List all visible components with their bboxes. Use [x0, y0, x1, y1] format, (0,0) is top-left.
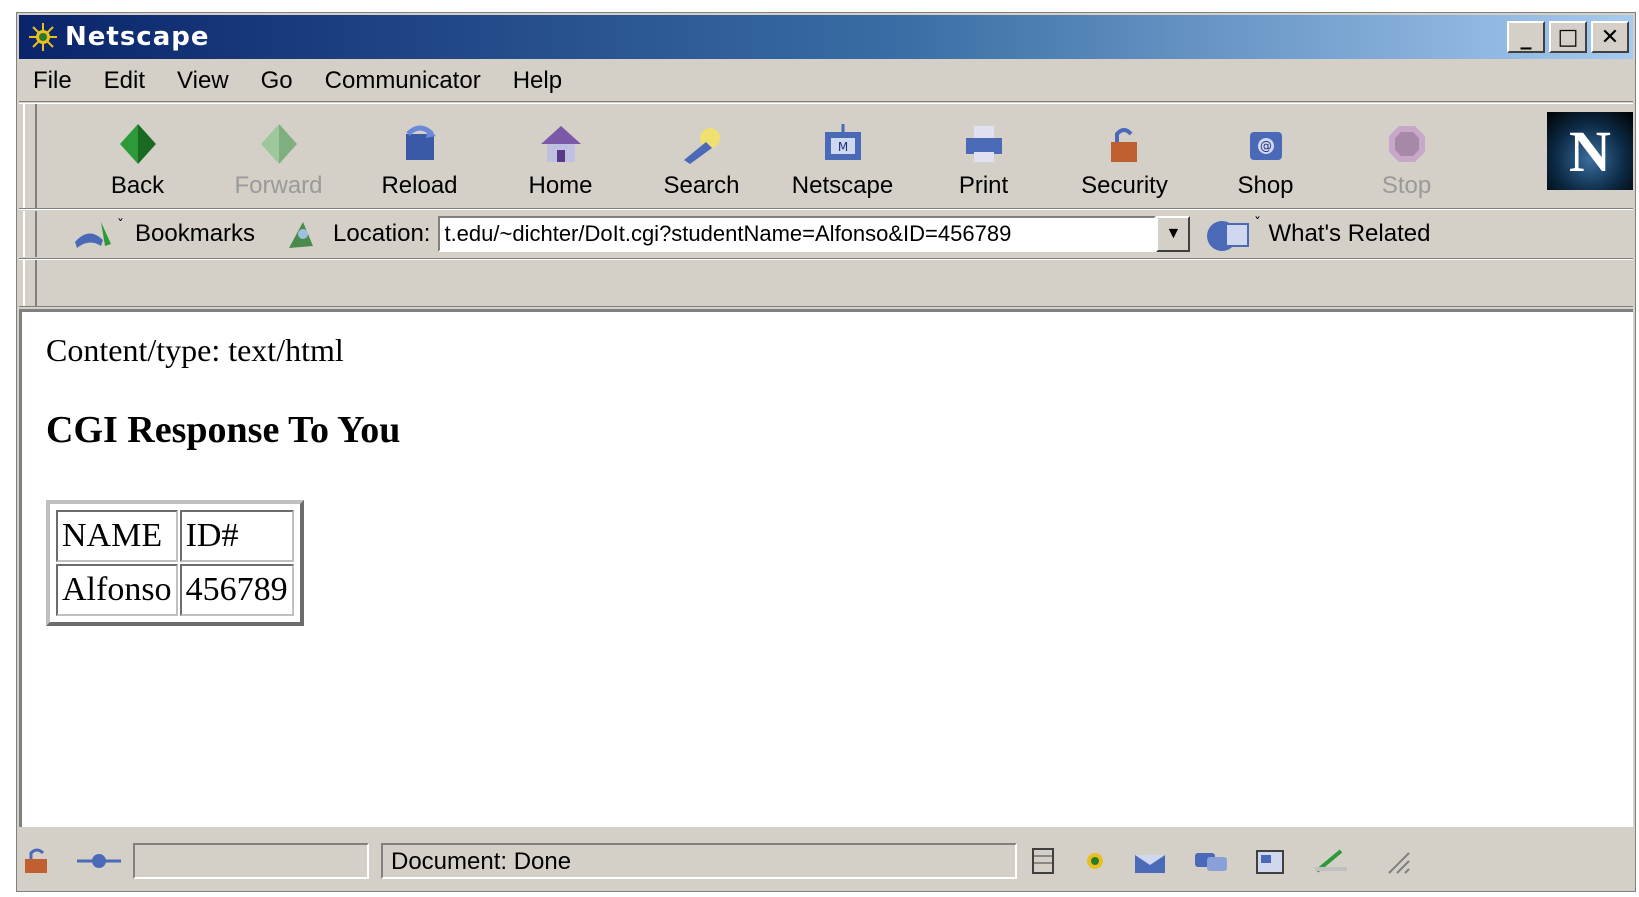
lock-icon — [1110, 128, 1137, 162]
menu-file[interactable]: File — [33, 67, 72, 95]
stop-label: Stop — [1381, 172, 1432, 199]
newsgroups-icon[interactable] — [1191, 847, 1231, 875]
search-label: Search — [663, 172, 740, 199]
page-heading: CGI Response To You — [46, 409, 401, 451]
menu-communicator[interactable]: Communicator — [325, 67, 481, 95]
resize-grip-icon[interactable] — [1381, 847, 1413, 875]
maximize-button[interactable]: □ — [1549, 21, 1587, 53]
table-header-cell: NAME — [56, 510, 178, 562]
table-header-row: NAME ID# — [56, 510, 294, 562]
navigation-toolbar: Back Forward Reload Home Search M Netsca… — [19, 103, 1633, 209]
stop-button[interactable]: Stop — [1336, 104, 1477, 208]
svg-text:ˇ: ˇ — [1254, 216, 1261, 232]
window-title: Netscape — [65, 22, 210, 52]
back-arrow-icon — [119, 124, 156, 164]
printer-icon — [965, 126, 1002, 162]
result-table: NAME ID# Alfonso 456789 — [46, 500, 304, 626]
home-label: Home — [528, 172, 593, 199]
table-header-cell: ID# — [179, 510, 294, 562]
svg-text:@: @ — [1260, 139, 1272, 153]
security-label: Security — [1081, 172, 1168, 199]
minimize-button[interactable]: _ — [1507, 21, 1545, 53]
menu-edit[interactable]: Edit — [104, 67, 145, 95]
connection-status-icon — [77, 854, 121, 868]
reload-label: Reload — [381, 172, 458, 199]
navigator-icon[interactable] — [1079, 847, 1111, 875]
forward-button[interactable]: Forward — [208, 104, 349, 208]
menu-bar: File Edit View Go Communicator Help — [19, 61, 1633, 102]
location-dropdown-button[interactable]: ▼ — [1156, 216, 1191, 252]
netscape-label: Netscape — [791, 172, 894, 199]
stop-icon — [1388, 126, 1425, 162]
forward-label: Forward — [234, 172, 323, 199]
page-content: Content/type: text/html CGI Response To … — [19, 309, 1633, 827]
security-button[interactable]: Security — [1054, 104, 1195, 208]
menu-go[interactable]: Go — [261, 67, 293, 95]
security-status-icon[interactable] — [23, 847, 55, 875]
svg-text:ˇ: ˇ — [117, 218, 124, 234]
location-grip[interactable] — [23, 211, 37, 257]
shop-icon: @ — [1249, 132, 1282, 160]
forward-arrow-icon — [260, 124, 297, 164]
personal-toolbar-grip[interactable] — [23, 260, 37, 306]
dropdown-arrow-icon: ▼ — [1165, 225, 1182, 242]
title-bar[interactable]: Netscape _ □ ✕ — [19, 15, 1633, 59]
progress-bar — [133, 843, 369, 879]
location-toolbar: ˇ Bookmarks Location: t.edu/~dichter/DoI… — [19, 209, 1633, 259]
close-icon: ✕ — [1600, 24, 1620, 50]
close-button[interactable]: ✕ — [1591, 21, 1629, 53]
print-label: Print — [958, 172, 1009, 199]
shop-label: Shop — [1237, 172, 1294, 199]
back-button[interactable]: Back — [67, 104, 208, 208]
toolbar-grip[interactable] — [23, 104, 37, 208]
status-text: Document: Done — [381, 843, 1017, 879]
mail-icon[interactable] — [1131, 847, 1171, 875]
reload-icon — [405, 125, 436, 160]
home-button[interactable]: Home — [490, 104, 631, 208]
location-url-input[interactable]: t.edu/~dichter/DoIt.cgi?studentName=Alfo… — [438, 216, 1157, 252]
home-icon — [540, 126, 581, 162]
minimize-icon: _ — [1520, 24, 1532, 50]
print-button[interactable]: Print — [913, 104, 1054, 208]
bookmarks-button[interactable]: Bookmarks — [135, 220, 255, 248]
content-type-text: Content/type: text/html — [46, 332, 344, 368]
status-bar: Document: Done — [19, 831, 1633, 891]
netscape-button[interactable]: M Netscape — [772, 104, 913, 208]
search-button[interactable]: Search — [631, 104, 772, 208]
personal-toolbar — [19, 259, 1633, 307]
browser-window: Netscape _ □ ✕ File Edit View Go Communi… — [16, 12, 1636, 892]
table-cell: 456789 — [179, 564, 294, 616]
whats-related-icon: ˇ — [1207, 216, 1261, 251]
location-icon — [289, 222, 314, 248]
svg-text:M: M — [837, 140, 847, 154]
maximize-icon: □ — [1557, 24, 1579, 50]
reload-button[interactable]: Reload — [349, 104, 490, 208]
menu-help[interactable]: Help — [513, 67, 562, 95]
location-label: Location: — [333, 220, 431, 247]
shop-button[interactable]: @ Shop — [1195, 104, 1336, 208]
netscape-logo[interactable]: N — [1547, 112, 1633, 190]
address-book-icon[interactable] — [1251, 847, 1291, 875]
netscape-icon: M — [824, 124, 861, 160]
menu-view[interactable]: View — [177, 67, 229, 95]
component-bar-handle-icon[interactable] — [1027, 847, 1059, 875]
table-row: Alfonso 456789 — [56, 564, 294, 616]
back-label: Back — [110, 172, 165, 199]
bookmarks-icon: ˇ — [75, 218, 124, 248]
netscape-app-icon — [25, 19, 61, 55]
whats-related-button[interactable]: What's Related — [1268, 220, 1430, 248]
composer-icon[interactable] — [1311, 847, 1351, 875]
search-icon — [683, 128, 720, 164]
table-cell: Alfonso — [56, 564, 178, 616]
